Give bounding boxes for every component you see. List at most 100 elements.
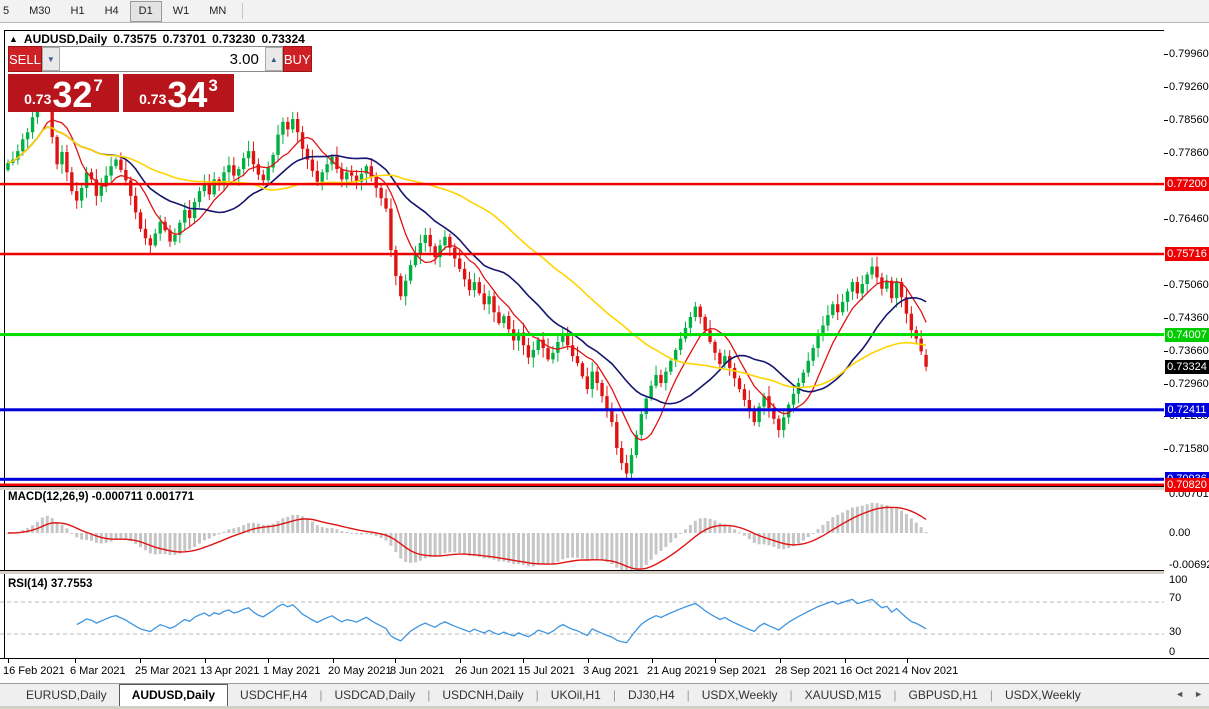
date-label: 4 Nov 2021 <box>902 665 959 677</box>
buy-price-pip: 3 <box>208 76 218 95</box>
buy-button[interactable]: BUY <box>282 46 312 72</box>
date-label: 3 Aug 2021 <box>583 665 639 677</box>
rsi-axis-label: 0 <box>1169 646 1176 658</box>
buy-price-big: 34 <box>167 74 208 115</box>
date-tick <box>395 659 396 663</box>
sell-price-pip: 7 <box>93 76 103 95</box>
sell-button[interactable]: SELL <box>8 46 42 72</box>
date-tick <box>907 659 908 663</box>
one-click-trade-panel: SELL ▼ ▲ BUY 0.73 32 7 0.73 34 3 <box>8 46 312 115</box>
date-tick <box>845 659 846 663</box>
sell-quote-button[interactable]: 0.73 32 7 <box>8 74 119 115</box>
chart-tab-eurusd-daily[interactable]: EURUSD,Daily <box>14 686 119 704</box>
price-tick-label: 0.77860 <box>1164 146 1209 159</box>
rsi-axis-label: 70 <box>1169 592 1182 604</box>
date-label: 16 Oct 2021 <box>840 665 900 677</box>
volume-increase-button[interactable]: ▲ <box>264 47 283 71</box>
chart-tab-gbpusd-h1[interactable]: GBPUSD,H1 <box>896 686 989 704</box>
date-label: 15 Jul 2021 <box>518 665 575 677</box>
date-tick <box>268 659 269 663</box>
date-tick <box>715 659 716 663</box>
chart-tab-bar: EURUSD,Daily AUDUSD,Daily USDCHF,H4 | USDCAD… <box>0 683 1209 706</box>
sell-price-big: 32 <box>52 74 93 115</box>
rsi-axis-label: 30 <box>1169 626 1182 638</box>
chart-symbol-period: AUDUSD,Daily <box>23 32 108 46</box>
date-label: 6 Mar 2021 <box>70 665 126 677</box>
rsi-axis-label: 100 <box>1169 574 1188 586</box>
date-label: 25 Mar 2021 <box>135 665 197 677</box>
timeframe-button-m5[interactable]: 5 <box>0 1 18 22</box>
date-label: 21 Aug 2021 <box>647 665 709 677</box>
date-tick <box>523 659 524 663</box>
ohlc-low: 0.73230 <box>212 32 256 46</box>
date-tick <box>333 659 334 663</box>
chart-tab-ukoil-h1[interactable]: UKOil,H1 <box>539 686 613 704</box>
macd-axis-label: 0.00 <box>1169 527 1191 539</box>
date-label: 28 Sep 2021 <box>775 665 838 677</box>
rsi-label: RSI(14) 37.7553 <box>8 578 93 590</box>
date-label: 20 May 2021 <box>328 665 392 677</box>
price-level-badge: 0.73324 <box>1165 359 1209 374</box>
tab-scroll-right-icon[interactable]: ► <box>1194 689 1203 699</box>
ohlc-close: 0.73324 <box>261 32 305 46</box>
toolbar-separator <box>242 3 244 19</box>
timeframe-button-w1[interactable]: W1 <box>164 1 199 22</box>
price-tick-label: 0.79960 <box>1164 48 1209 60</box>
price-tick-label: 0.75060 <box>1164 278 1209 291</box>
date-tick <box>75 659 76 663</box>
price-tick-label: 0.72960 <box>1164 377 1209 390</box>
chart-tab-usdcad-daily[interactable]: USDCAD,Daily <box>323 686 428 704</box>
chart-tab-xauusd-m15[interactable]: XAUUSD,M15 <box>793 686 894 704</box>
price-level-badge: 0.75716 <box>1165 247 1209 262</box>
price-tick-label: 0.78560 <box>1164 113 1209 126</box>
date-label: 9 Sep 2021 <box>710 665 767 677</box>
date-label: 13 Apr 2021 <box>200 665 260 677</box>
timeframe-button-h1[interactable]: H1 <box>62 1 94 22</box>
ohlc-high: 0.73701 <box>162 32 207 46</box>
price-tick-label: 0.74360 <box>1164 311 1209 324</box>
timeframe-toolbar: 5 M30 H1 H4 D1 W1 MN <box>0 0 1209 23</box>
rsi-indicator-canvas[interactable] <box>0 574 1164 658</box>
chart-tab-usdx-weekly[interactable]: USDX,Weekly <box>993 686 1093 704</box>
buy-quote-button[interactable]: 0.73 34 3 <box>123 74 234 115</box>
date-tick <box>780 659 781 663</box>
collapse-triangle-icon[interactable]: ▲ <box>9 34 18 44</box>
chart-tab-audusd-daily[interactable]: AUDUSD,Daily <box>118 684 229 706</box>
date-tick <box>588 659 589 663</box>
date-tick <box>140 659 141 663</box>
volume-decrease-button[interactable]: ▼ <box>41 47 60 71</box>
ohlc-open: 0.73575 <box>113 32 157 46</box>
date-label: 26 Jun 2021 <box>455 665 516 677</box>
price-tick-label: 0.79260 <box>1164 80 1209 93</box>
chart-tab-usdcnh-daily[interactable]: USDCNH,Daily <box>430 686 535 704</box>
chart-title: ▲ AUDUSD,Daily 0.73575 0.73701 0.73230 0… <box>9 32 305 46</box>
date-label: 1 May 2021 <box>263 665 321 677</box>
date-tick <box>205 659 206 663</box>
price-tick-label: 0.71580 <box>1164 442 1209 455</box>
date-label: 16 Feb 2021 <box>3 665 65 677</box>
time-axis: 16 Feb 2021 6 Mar 2021 25 Mar 2021 13 Apr 2… <box>0 659 1209 683</box>
trading-app-window: 5 M30 H1 H4 D1 W1 MN ▲ AUDUSD,Daily 0.73… <box>0 0 1209 709</box>
timeframe-button-h4[interactable]: H4 <box>96 1 128 22</box>
tab-scroll-left-icon[interactable]: ◄ <box>1175 689 1184 699</box>
macd-label: MACD(12,26,9) -0.000711 0.001771 <box>8 491 195 503</box>
buy-price-prefix: 0.73 <box>139 91 167 107</box>
tab-scroll-nav: ◄ ► <box>1175 689 1203 699</box>
volume-input[interactable] <box>59 47 265 71</box>
chart-tab-usdx-weekly[interactable]: USDX,Weekly <box>690 686 790 704</box>
price-level-badge: 0.70820 <box>1165 477 1209 492</box>
chart-tab-usdchf-h4[interactable]: USDCHF,H4 <box>228 686 319 704</box>
price-level-badge: 0.77200 <box>1165 177 1209 192</box>
timeframe-button-m30[interactable]: M30 <box>20 1 59 22</box>
price-level-badge: 0.72411 <box>1165 402 1209 417</box>
macd-axis-label: -0.006923 <box>1169 559 1209 571</box>
price-tick-label: 0.76460 <box>1164 212 1209 225</box>
timeframe-button-d1[interactable]: D1 <box>129 0 162 22</box>
date-tick <box>460 659 461 663</box>
chart-tab-dj30-h4[interactable]: DJ30,H4 <box>616 686 687 704</box>
price-level-badge: 0.74007 <box>1165 327 1209 342</box>
sell-price-prefix: 0.73 <box>24 91 52 107</box>
date-label: 8 Jun 2021 <box>390 665 445 677</box>
timeframe-button-mn[interactable]: MN <box>200 1 235 22</box>
volume-box: ▼ ▲ <box>41 46 283 72</box>
